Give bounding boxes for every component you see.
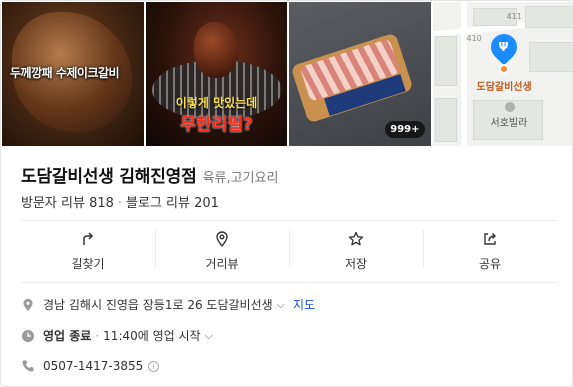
directions-icon: [83, 232, 94, 245]
share-label: 공유: [478, 257, 502, 271]
photo-pork[interactable]: 999+: [289, 2, 431, 146]
title-row: 도담갈비선생 김해진영점 육류,고기요리: [21, 162, 278, 187]
address-text: 경남 김해시 진영읍 장등1로 26 도담갈비선생: [43, 298, 273, 312]
map-block: [528, 42, 572, 72]
photo1-caption: 두께깡패 수제이크갈비: [10, 66, 120, 80]
place-card: 두께깡패 수제이크갈비 이렇게 맛있는데 무한리필? 999+ 411 410: [0, 0, 573, 387]
divider: [21, 220, 557, 221]
visitor-reviews-link[interactable]: 방문자 리뷰 818: [21, 196, 114, 211]
review-summary: 방문자 리뷰 818 · 블로그 리뷰 201: [21, 192, 219, 211]
place-category: 육류,고기요리: [202, 171, 279, 186]
photo-galbi[interactable]: 두께깡패 수제이크갈비: [2, 2, 144, 146]
map-location-dot: [498, 64, 509, 74]
map-block: [434, 36, 457, 86]
map-link[interactable]: 지도: [293, 296, 315, 313]
map-block-number: 410: [466, 34, 482, 43]
hours-row: 영업 종료 · 11:40에 영업 시작 ⌵: [21, 327, 213, 344]
photo-count-badge: 999+: [385, 121, 425, 138]
photo-unlimited[interactable]: 이렇게 맛있는데 무한리필?: [145, 2, 287, 146]
address-row: 경남 김해시 진영읍 장등1로 26 도담갈비선생 ⌵ 지도: [21, 296, 315, 313]
street-view-icon: [216, 231, 228, 248]
directions-label: 길찾기: [71, 257, 105, 271]
map-block: [434, 98, 457, 142]
hours-status: 영업 종료: [43, 329, 92, 343]
beef-image: [193, 22, 238, 78]
map-block-number: 411: [506, 12, 522, 21]
share-icon: [484, 233, 496, 245]
review-separator: ·: [117, 196, 123, 211]
street-view-label: 거리뷰: [205, 257, 239, 271]
map-road: [460, 2, 467, 146]
save-button[interactable]: 저장: [289, 230, 423, 272]
photo-strip: 두께깡패 수제이크갈비 이렇게 맛있는데 무한리필? 999+ 411 410: [2, 2, 572, 146]
phone-row: 0507-1417-3855 i: [21, 359, 160, 373]
chevron-down-icon[interactable]: ⌵: [205, 329, 213, 343]
hours-next-open: 11:40에 영업 시작: [103, 329, 201, 343]
map-pin-label: 도담갈비선생: [476, 82, 532, 93]
photo2-caption-line1: 이렇게 맛있는데: [175, 96, 258, 110]
map-block: [524, 6, 572, 28]
divider: [21, 282, 557, 283]
photo2-caption-line2: 무한리필?: [180, 115, 253, 135]
fork-knife-icon: Ψ: [498, 40, 509, 54]
map-poi-dot: [504, 102, 515, 112]
map-thumbnail[interactable]: 411 410 Ψ 도담갈비선생 서호빌라: [432, 2, 572, 146]
share-button[interactable]: 공유: [423, 230, 557, 272]
street-view-button[interactable]: 거리뷰: [155, 230, 289, 272]
phone-icon: [22, 360, 34, 372]
blog-reviews-link[interactable]: 블로그 리뷰 201: [126, 196, 219, 211]
place-name[interactable]: 도담갈비선생 김해진영점: [21, 162, 197, 187]
location-pin-icon: [23, 298, 33, 311]
map-nearby-label: 서호빌라: [490, 118, 528, 129]
chevron-down-icon[interactable]: ⌵: [277, 298, 285, 312]
star-icon: [348, 231, 364, 246]
directions-button[interactable]: 길찾기: [21, 230, 155, 272]
save-label: 저장: [344, 257, 368, 271]
hours-separator: ·: [95, 328, 100, 343]
info-icon[interactable]: i: [148, 360, 160, 372]
phone-number[interactable]: 0507-1417-3855: [43, 359, 143, 373]
clock-icon: [22, 329, 34, 342]
action-bar: 길찾기 거리뷰 저장 공유: [21, 230, 557, 272]
